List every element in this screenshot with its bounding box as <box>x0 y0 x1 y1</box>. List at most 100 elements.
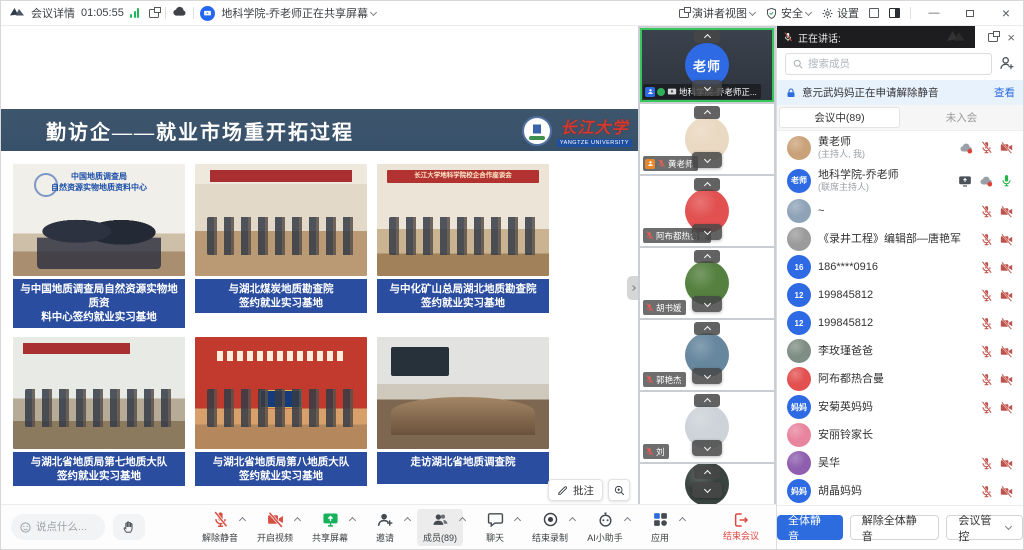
participant-row[interactable]: 16 186****0916 <box>777 253 1023 281</box>
quick-message-box[interactable] <box>11 514 105 540</box>
chevron-up-icon[interactable] <box>349 517 356 524</box>
collapse-thumbnail-button[interactable] <box>694 178 720 191</box>
toolbar-button[interactable]: 成员(89) <box>417 509 463 546</box>
participant-row[interactable]: 12 199845812 <box>777 281 1023 309</box>
chevron-up-icon[interactable] <box>624 517 631 524</box>
fullscreen-icon[interactable] <box>869 8 879 18</box>
participant-name: 李玫瑾爸爸 <box>818 345 973 358</box>
avatar <box>787 451 811 475</box>
participant-role: (联席主持人) <box>818 182 951 192</box>
toolbar-button[interactable]: 共享屏幕 <box>307 509 353 546</box>
expand-thumbnails-button[interactable] <box>692 80 722 96</box>
ai-assistant-icon <box>597 511 614 531</box>
collapse-thumbnail-button[interactable] <box>694 394 720 407</box>
participant-name: 《录井工程》编辑部—唐艳军 <box>818 233 973 246</box>
participant-row[interactable]: 阿布都热合曼 <box>777 365 1023 393</box>
tab-not-joined[interactable]: 未入会 <box>902 107 1021 128</box>
mic-muted-icon <box>980 233 993 246</box>
mute-all-button[interactable]: 全体静音 <box>777 515 843 540</box>
close-button[interactable]: × <box>993 1 1019 26</box>
mic-muted-icon <box>657 159 666 168</box>
participant-row[interactable]: 安丽铃家长 <box>777 421 1023 449</box>
end-meeting-button[interactable]: 结束会议 <box>716 512 766 542</box>
camera-off-icon <box>1000 141 1013 154</box>
avatar: 老师 <box>787 169 811 193</box>
collapse-thumbnail-button[interactable] <box>694 466 720 479</box>
chevron-up-icon[interactable] <box>569 517 576 524</box>
collapse-strip-handle[interactable] <box>627 276 638 300</box>
video-thumbnail[interactable]: 老师 地科学院-乔老师正... <box>640 28 774 102</box>
video-thumbnail[interactable]: 胡书媛 <box>640 248 774 318</box>
participant-row[interactable]: 吴华 <box>777 449 1023 477</box>
popout-icon[interactable] <box>149 9 159 18</box>
expand-thumbnails-button[interactable] <box>692 224 722 240</box>
hand-icon <box>122 520 136 534</box>
notice-view-link[interactable]: 查看 <box>994 85 1015 100</box>
stop-record-icon <box>542 511 559 531</box>
chevron-up-icon[interactable] <box>404 517 411 524</box>
member-search-input[interactable] <box>808 58 985 70</box>
security-button[interactable]: 安全 <box>765 5 811 21</box>
participant-row[interactable]: 《录井工程》编辑部—唐艳军 <box>777 225 1023 253</box>
toolbar-button[interactable]: 结束录制 <box>527 509 573 546</box>
chevron-up-icon[interactable] <box>239 517 246 524</box>
participant-row[interactable]: ~ <box>777 197 1023 225</box>
raise-hand-button[interactable] <box>113 514 145 540</box>
settings-button[interactable]: 设置 <box>821 5 859 21</box>
collapse-thumbnail-button[interactable] <box>694 30 720 43</box>
video-thumbnail[interactable]: 刘 <box>640 392 774 462</box>
panel-popout-icon[interactable] <box>988 33 998 42</box>
chevron-up-icon[interactable] <box>679 517 686 524</box>
participant-row[interactable]: 李玫瑾爸爸 <box>777 337 1023 365</box>
participant-row[interactable]: 妈妈 胡晶妈妈 <box>777 477 1023 505</box>
photo-caption: 与湖北煤炭地质勘查院 签约就业实习基地 <box>195 279 367 313</box>
minimize-button[interactable]: — <box>921 1 947 26</box>
cloud-record-status-icon[interactable] <box>172 4 187 22</box>
sharing-status[interactable]: 地科学院-乔老师正在共享屏幕 <box>221 5 376 21</box>
unmute-all-button[interactable]: 解除全体静音 <box>850 515 940 540</box>
meeting-details-button[interactable]: 会议详情 <box>31 5 75 21</box>
expand-thumbnails-button[interactable] <box>692 482 722 498</box>
toolbar-button[interactable]: 解除静音 <box>197 509 243 546</box>
annotate-button[interactable]: 批注 <box>548 479 603 501</box>
participant-row[interactable]: 妈妈 安菊英妈妈 <box>777 393 1023 421</box>
video-thumbnail[interactable]: 郭艳杰 <box>640 320 774 390</box>
participant-name: 胡书媛 <box>656 302 682 314</box>
video-thumbnail[interactable]: 阿布都热合曼 <box>640 176 774 246</box>
toolbar-button[interactable]: AI小助手 <box>582 509 628 546</box>
add-member-icon[interactable] <box>999 55 1015 74</box>
chevron-up-icon[interactable] <box>514 517 521 524</box>
participant-row[interactable]: 12 199845812 <box>777 309 1023 337</box>
toolbar-button[interactable]: 开启视频 <box>252 509 298 546</box>
toolbar-button[interactable]: 应用 <box>637 509 683 546</box>
video-thumbnail[interactable] <box>640 464 774 504</box>
avatar: 妈妈 <box>787 395 811 419</box>
slide-title-banner: 勤访企——就业市场重开拓过程 长江大学 YANGTZE UNIVERSITY <box>1 109 638 151</box>
expand-thumbnails-button[interactable] <box>692 152 722 168</box>
toolbar-button[interactable]: 邀请 <box>362 509 408 546</box>
tab-in-meeting[interactable]: 会议中(89) <box>779 107 900 128</box>
member-search-box[interactable] <box>785 53 992 75</box>
expand-thumbnails-button[interactable] <box>692 440 722 456</box>
collapse-thumbnail-button[interactable] <box>694 106 720 119</box>
zoom-in-button[interactable] <box>608 479 630 501</box>
collapse-thumbnail-button[interactable] <box>694 322 720 335</box>
host-badge-icon <box>645 159 655 169</box>
mic-muted-icon <box>980 401 993 414</box>
participant-row[interactable]: 黄老师 (主持人, 我) <box>777 131 1023 164</box>
collapse-thumbnail-button[interactable] <box>694 250 720 263</box>
maximize-button[interactable] <box>957 1 983 26</box>
participant-row[interactable]: 老师 地科学院-乔老师 (联席主持人) <box>777 164 1023 197</box>
toolbar-button[interactable]: 聊天 <box>472 509 518 546</box>
expand-thumbnails-button[interactable] <box>692 368 722 384</box>
mic-on-icon <box>1000 174 1013 187</box>
chevron-up-icon[interactable] <box>459 517 466 524</box>
video-thumbnail[interactable]: 黄老师 <box>640 104 774 174</box>
view-mode-button[interactable]: 演讲者视图 <box>679 5 755 21</box>
chevron-up-icon[interactable] <box>294 517 301 524</box>
panel-close-icon[interactable]: × <box>1007 31 1015 44</box>
quick-message-input[interactable] <box>36 521 96 533</box>
meeting-controls-button[interactable]: 会议管控 <box>946 515 1023 540</box>
expand-thumbnails-button[interactable] <box>692 296 722 312</box>
layout-toggle-icon[interactable] <box>889 8 900 18</box>
